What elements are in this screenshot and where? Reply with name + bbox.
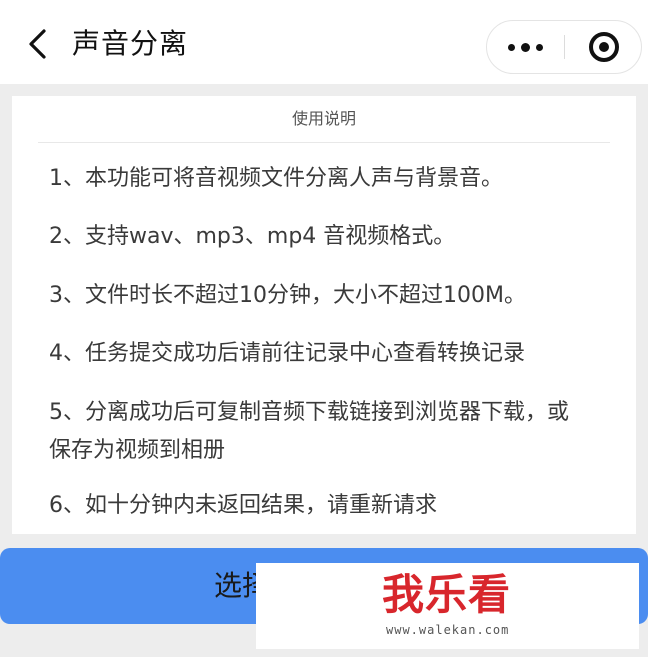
watermark-url: www.walekan.com — [386, 623, 510, 637]
instruction-item: 1、本功能可将音视频文件分离人声与背景音。 — [49, 166, 503, 191]
divider — [38, 142, 610, 143]
navigation-bar: 声音分离 — [0, 0, 648, 84]
watermark-logo: 我乐看 — [382, 570, 512, 619]
instruction-item: 5、分离成功后可复制音频下载链接到浏览器下载，或保存为视频到相册 — [49, 400, 569, 463]
instructions-title: 使用说明 — [291, 109, 356, 128]
instruction-item: 2、支持wav、mp3、mp4 音视频格式。 — [49, 224, 456, 249]
close-button[interactable] — [567, 21, 641, 73]
watermark-overlay: 我乐看 www.walekan.com — [256, 563, 639, 649]
instruction-item: 3、文件时长不超过10分钟，大小不超过100M。 — [49, 283, 526, 308]
page-title: 声音分离 — [72, 27, 189, 60]
instruction-item: 4、任务提交成功后请前往记录中心查看转换记录 — [49, 341, 525, 366]
back-chevron-icon[interactable] — [22, 26, 52, 62]
mini-program-capsule — [486, 20, 642, 74]
instruction-item: 6、如十分钟内未返回结果，请重新请求 — [49, 493, 437, 518]
capsule-close-icon — [589, 32, 619, 62]
capsule-divider — [564, 35, 565, 59]
more-dots-icon — [507, 42, 543, 52]
instructions-card: 使用说明 1、本功能可将音视频文件分离人声与背景音。 2、支持wav、mp3、m… — [12, 96, 636, 534]
more-button[interactable] — [487, 21, 563, 73]
